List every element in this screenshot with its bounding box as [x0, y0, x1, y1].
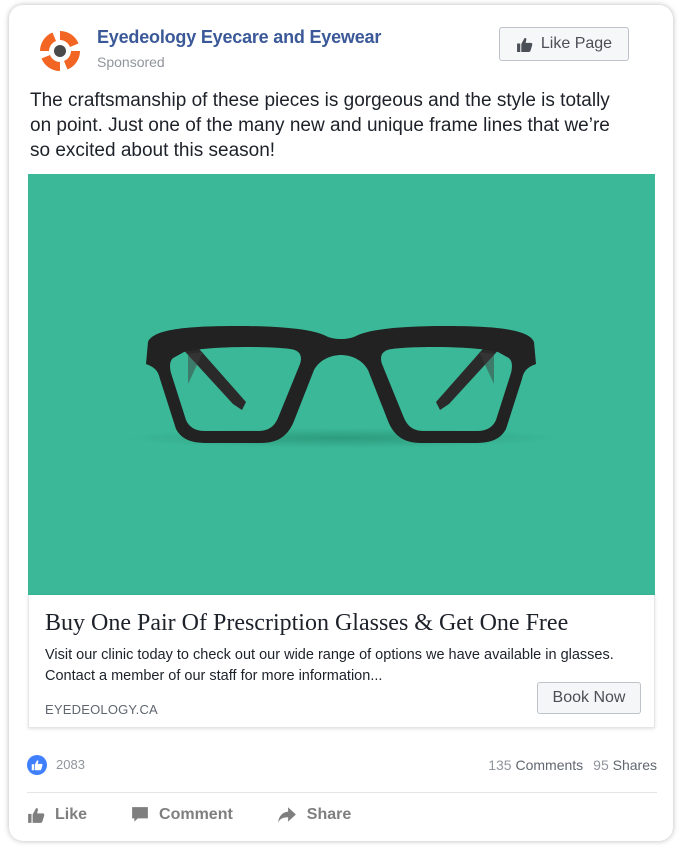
shares-count: 95 [593, 757, 609, 773]
link-headline[interactable]: Buy One Pair Of Prescription Glasses & G… [45, 610, 568, 637]
link-preview[interactable]: Buy One Pair Of Prescription Glasses & G… [28, 595, 655, 728]
sponsored-label[interactable]: Sponsored [97, 54, 165, 70]
comment-button[interactable]: Comment [131, 806, 233, 824]
like-count[interactable]: 2083 [56, 757, 85, 772]
book-now-button[interactable]: Book Now [537, 682, 641, 714]
comment-icon [132, 807, 148, 822]
like-reaction-icon[interactable] [27, 755, 47, 775]
like-page-button[interactable]: Like Page [499, 27, 629, 61]
thumbs-up-icon [28, 808, 45, 823]
sponsored-post-card: Eyedeology Eyecare and Eyewear Sponsored… [9, 5, 673, 841]
share-arrow-icon [277, 807, 296, 823]
comment-label: Comment [159, 806, 233, 823]
link-domain: EYEDEOLOGY.CA [45, 702, 158, 717]
link-description: Visit our clinic today to check out our … [45, 647, 614, 684]
like-button[interactable]: Like [27, 806, 87, 824]
comments-stat[interactable]: 135 Comments [488, 757, 583, 773]
shares-label: Shares [612, 757, 657, 773]
thumbs-up-icon [31, 760, 43, 771]
ad-image[interactable] [28, 174, 655, 595]
glasses-illustration [126, 326, 556, 448]
like-label: Like [55, 806, 88, 823]
comments-label: Comments [515, 757, 584, 773]
action-bar: Like Comment Share [27, 800, 395, 830]
comments-count: 135 [488, 757, 512, 773]
thumbs-up-icon [516, 37, 533, 52]
divider [27, 792, 657, 793]
page-name-link[interactable]: Eyedeology Eyecare and Eyewear [97, 27, 381, 48]
share-label: Share [306, 806, 352, 823]
eyedeology-logo-icon[interactable] [37, 28, 83, 74]
shares-stat[interactable]: 95 Shares [593, 757, 657, 773]
post-text: The craftsmanship of these pieces is gor… [30, 90, 610, 161]
like-page-label: Like Page [540, 35, 613, 52]
share-button[interactable]: Share [277, 806, 351, 824]
engagement-stats: 2083 135 Comments 95 Shares [27, 755, 657, 775]
